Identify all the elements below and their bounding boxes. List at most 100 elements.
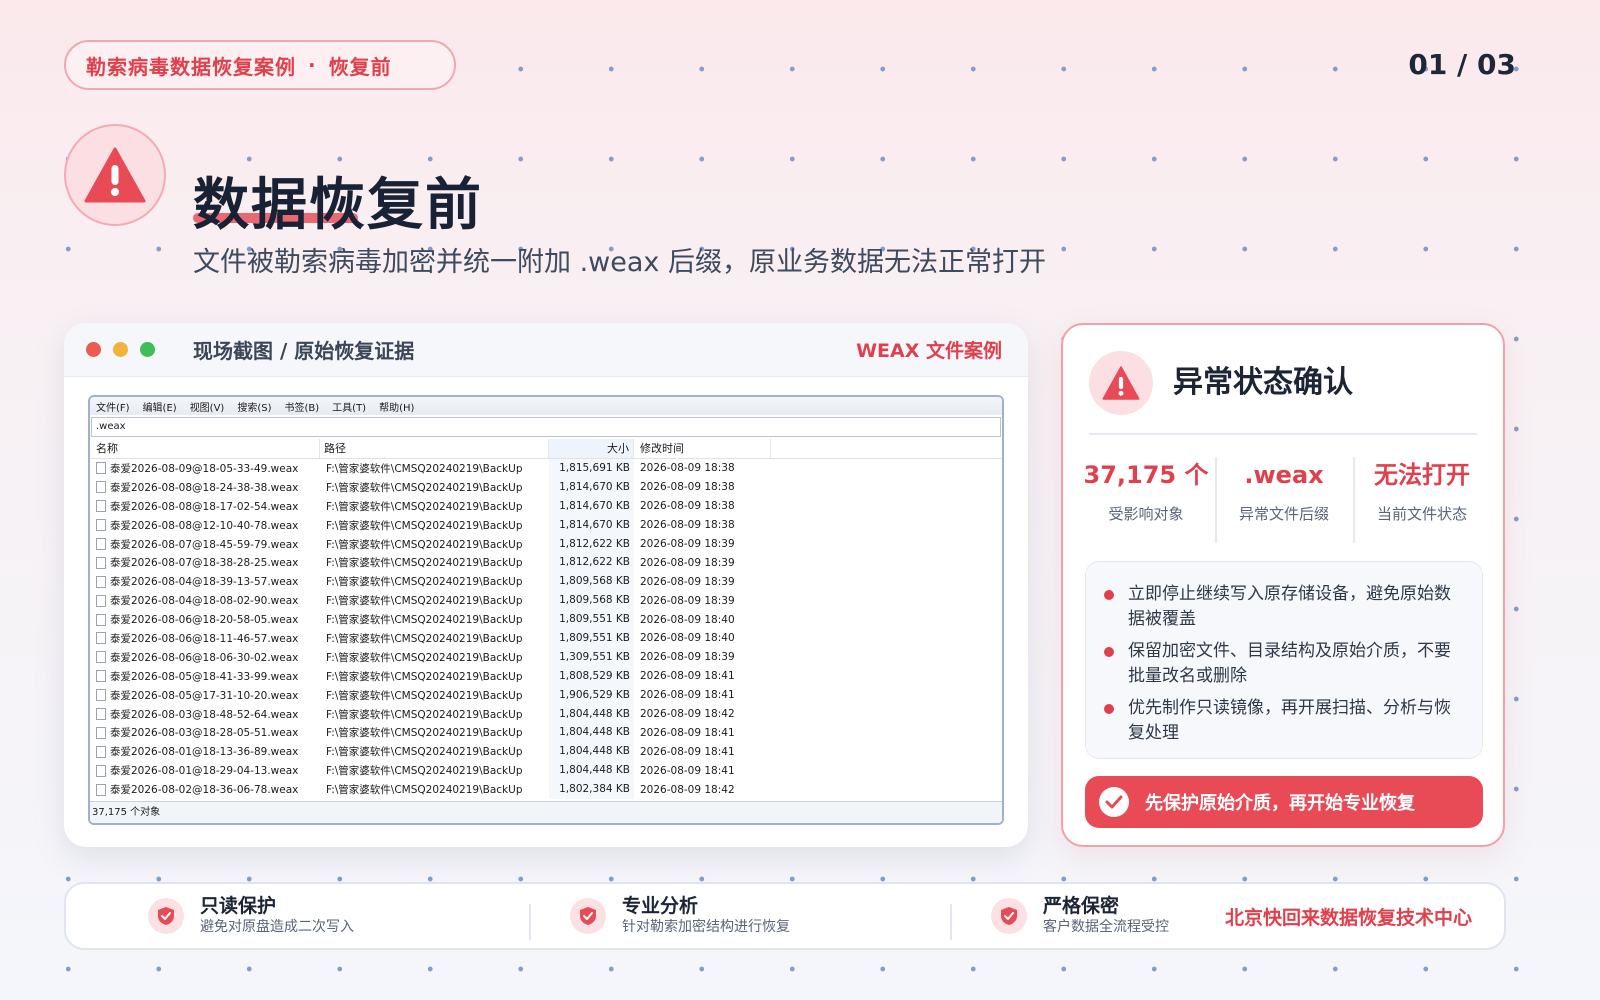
stat-value: .weax bbox=[1244, 461, 1324, 489]
file-name: 泰爱2026-08-08@12-10-40-78.weax bbox=[110, 519, 299, 532]
stat-label: 受影响对象 bbox=[1108, 505, 1184, 523]
cell-path: F:\管家婆软件\CMSQ20240219\BackUp bbox=[326, 689, 523, 702]
feature-readonly: 只读保护 避免对原盘造成二次写入 bbox=[148, 884, 354, 948]
cell-size: 1,804,448 KB bbox=[549, 742, 634, 762]
file-icon bbox=[96, 764, 106, 777]
table-row[interactable]: 泰爱2026-08-07@18-45-59-79.weax F:\管家婆软件\CM… bbox=[90, 534, 1002, 554]
cell-path: F:\管家婆软件\CMSQ20240219\BackUp bbox=[326, 500, 523, 513]
table-row[interactable]: 泰爱2026-08-03@18-48-52-64.weax F:\管家婆软件\CM… bbox=[90, 704, 1002, 724]
page-subtitle: 文件被勒索病毒加密并统一附加 .weax 后缀，原业务数据无法正常打开 bbox=[193, 247, 1046, 278]
cell-path: F:\管家婆软件\CMSQ20240219\BackUp bbox=[326, 595, 523, 608]
file-icon bbox=[96, 708, 106, 721]
cell-name: 泰爱2026-08-03@18-28-05-51.weax bbox=[90, 725, 320, 740]
table-row[interactable]: 泰爱2026-08-08@18-17-02-54.weax F:\管家婆软件\CM… bbox=[90, 496, 1002, 516]
cell-modified: 2026-08-09 18:41 bbox=[640, 689, 735, 702]
cell-size: 1,804,448 KB bbox=[549, 704, 634, 724]
table-row[interactable]: 泰爱2026-08-05@18-41-33-99.weax F:\管家婆软件\CM… bbox=[90, 666, 1002, 686]
file-icon bbox=[96, 575, 106, 588]
menu-tools[interactable]: 工具(T) bbox=[332, 399, 366, 414]
cell-name: 泰爱2026-08-02@18-36-06-78.weax bbox=[90, 782, 320, 797]
file-name: 泰爱2026-08-05@18-41-33-99.weax bbox=[110, 670, 299, 683]
screenshot-card: 现场截图 / 原始恢复证据 WEAX 文件案例 文件(F) 编辑(E) 视图(V… bbox=[64, 323, 1028, 847]
table-row[interactable]: 泰爱2026-08-06@18-11-46-57.weax F:\管家婆软件\CM… bbox=[90, 629, 1002, 648]
feature-bar: 只读保护 避免对原盘造成二次写入 专业分析 针对勒索加密结构进行恢复 严格保密 … bbox=[64, 882, 1506, 950]
bullet-dot bbox=[1104, 647, 1114, 657]
bullet-dot bbox=[1104, 704, 1114, 714]
cell-path: F:\管家婆软件\CMSQ20240219\BackUp bbox=[326, 746, 523, 759]
table-row[interactable]: 泰爱2026-08-02@18-36-06-78.weax F:\管家婆软件\CM… bbox=[90, 780, 1002, 800]
bullet-dot bbox=[1104, 590, 1114, 600]
screenshot-card-header: 现场截图 / 原始恢复证据 WEAX 文件案例 bbox=[64, 323, 1028, 377]
column-modified[interactable]: 修改时间 bbox=[634, 439, 771, 458]
menu-search[interactable]: 搜索(S) bbox=[237, 399, 271, 414]
file-name: 泰爱2026-08-08@18-17-02-54.weax bbox=[110, 500, 299, 513]
table-row[interactable]: 泰爱2026-08-03@18-28-05-51.weax F:\管家婆软件\CM… bbox=[90, 723, 1002, 743]
advice-item: 立即停止继续写入原存储设备，避免原始数据被覆盖 bbox=[1104, 582, 1466, 632]
case-tag-separator: · bbox=[308, 53, 317, 77]
column-name[interactable]: 名称 bbox=[90, 439, 320, 458]
stat-label: 当前文件状态 bbox=[1376, 505, 1467, 523]
cell-name: 泰爱2026-08-06@18-06-30-02.weax bbox=[90, 650, 320, 665]
menu-file[interactable]: 文件(F) bbox=[96, 399, 130, 414]
file-icon bbox=[96, 556, 106, 569]
panel-title: 异常状态确认 bbox=[1173, 365, 1353, 400]
table-row[interactable]: 泰爱2026-08-06@18-20-58-05.weax F:\管家婆软件\CM… bbox=[90, 610, 1002, 630]
cell-modified: 2026-08-09 18:39 bbox=[640, 575, 735, 588]
menu-view[interactable]: 视图(V) bbox=[190, 399, 225, 414]
status-panel: 异常状态确认 37,175 个 受影响对象 .weax 异常文件后缀 无法打开 … bbox=[1061, 323, 1505, 847]
column-path[interactable]: 路径 bbox=[320, 439, 549, 458]
cell-name: 泰爱2026-08-06@18-11-46-57.weax bbox=[90, 631, 320, 646]
stat-affected: 37,175 个 受影响对象 bbox=[1077, 455, 1215, 524]
cell-path: F:\管家婆软件\CMSQ20240219\BackUp bbox=[326, 462, 523, 475]
table-row[interactable]: 泰爱2026-08-06@18-06-30-02.weax F:\管家婆软件\CM… bbox=[90, 647, 1002, 667]
cell-path: F:\管家婆软件\CMSQ20240219\BackUp bbox=[326, 784, 523, 797]
file-name: 泰爱2026-08-08@18-24-38-38.weax bbox=[110, 481, 299, 494]
cell-modified: 2026-08-09 18:41 bbox=[640, 745, 735, 758]
protect-media-button[interactable]: 先保护原始介质，再开始专业恢复 bbox=[1085, 776, 1483, 828]
feature-desc: 针对勒索加密结构进行恢复 bbox=[622, 919, 790, 935]
cell-name: 泰爱2026-08-03@18-48-52-64.weax bbox=[90, 707, 320, 722]
table-row[interactable]: 泰爱2026-08-01@18-29-04-13.weax F:\管家婆软件\CM… bbox=[90, 761, 1002, 781]
warning-icon bbox=[1089, 351, 1153, 415]
page-number: 01 / 03 bbox=[1408, 48, 1516, 81]
cell-size: 1,809,568 KB bbox=[549, 572, 634, 592]
table-row[interactable]: 泰爱2026-08-05@17-31-10-20.weax F:\管家婆软件\CM… bbox=[90, 685, 1002, 705]
cell-name: 泰爱2026-08-05@18-41-33-99.weax bbox=[90, 669, 320, 684]
cell-path: F:\管家婆软件\CMSQ20240219\BackUp bbox=[326, 765, 523, 778]
file-name: 泰爱2026-08-07@18-45-59-79.weax bbox=[110, 538, 299, 551]
cell-size: 1,815,691 KB bbox=[549, 459, 634, 478]
file-name: 泰爱2026-08-07@18-38-28-25.weax bbox=[110, 557, 299, 570]
table-row[interactable]: 泰爱2026-08-08@18-24-38-38.weax F:\管家婆软件\CM… bbox=[90, 477, 1002, 497]
case-tag: 勒索病毒数据恢复案例 · 恢复前 bbox=[64, 40, 456, 90]
file-name: 泰爱2026-08-04@18-08-02-90.weax bbox=[110, 595, 299, 608]
feature-desc: 避免对原盘造成二次写入 bbox=[200, 919, 354, 935]
menu-bookmarks[interactable]: 书签(B) bbox=[285, 399, 320, 414]
search-input[interactable]: .weax bbox=[91, 417, 1001, 437]
check-icon bbox=[1099, 787, 1129, 817]
table-row[interactable]: 泰爱2026-08-07@18-38-28-25.weax F:\管家婆软件\CM… bbox=[90, 553, 1002, 573]
cell-path: F:\管家婆软件\CMSQ20240219\BackUp bbox=[326, 727, 523, 740]
table-row[interactable]: 泰爱2026-08-09@18-05-33-49.weax F:\管家婆软件\CM… bbox=[90, 459, 1002, 478]
table-row[interactable]: 泰爱2026-08-04@18-08-02-90.weax F:\管家婆软件\CM… bbox=[90, 591, 1002, 611]
cell-name: 泰爱2026-08-06@18-20-58-05.weax bbox=[90, 612, 320, 627]
table-row[interactable]: 泰爱2026-08-08@12-10-40-78.weax F:\管家婆软件\CM… bbox=[90, 515, 1002, 535]
menu-edit[interactable]: 编辑(E) bbox=[143, 399, 177, 414]
table-row[interactable]: 泰爱2026-08-04@18-39-13-57.weax F:\管家婆软件\CM… bbox=[90, 572, 1002, 592]
cell-path: F:\管家婆软件\CMSQ20240219\BackUp bbox=[326, 481, 523, 494]
cell-modified: 2026-08-09 18:42 bbox=[640, 783, 735, 796]
warning-icon bbox=[64, 124, 166, 226]
cell-modified: 2026-08-09 18:38 bbox=[640, 462, 735, 475]
file-name: 泰爱2026-08-01@18-13-36-89.weax bbox=[110, 746, 299, 759]
file-icon bbox=[96, 538, 106, 550]
column-size[interactable]: 大小 bbox=[549, 439, 634, 458]
organization-name: 北京快回来数据恢复技术中心 bbox=[1224, 906, 1472, 929]
window-minimize-dot bbox=[113, 342, 128, 357]
table-row[interactable]: 泰爱2026-08-01@18-13-36-89.weax F:\管家婆软件\CM… bbox=[90, 742, 1002, 762]
file-name: 泰爱2026-08-02@18-36-06-78.weax bbox=[110, 784, 299, 797]
cell-modified: 2026-08-09 18:42 bbox=[640, 708, 735, 721]
file-name: 泰爱2026-08-09@18-05-33-49.weax bbox=[110, 462, 299, 475]
cell-size: 1,809,568 KB bbox=[549, 591, 634, 611]
file-list: 泰爱2026-08-09@18-05-33-49.weax F:\管家婆软件\CM… bbox=[90, 459, 1002, 800]
cell-size: 1,804,448 KB bbox=[549, 723, 634, 743]
menu-help[interactable]: 帮助(H) bbox=[379, 399, 414, 414]
